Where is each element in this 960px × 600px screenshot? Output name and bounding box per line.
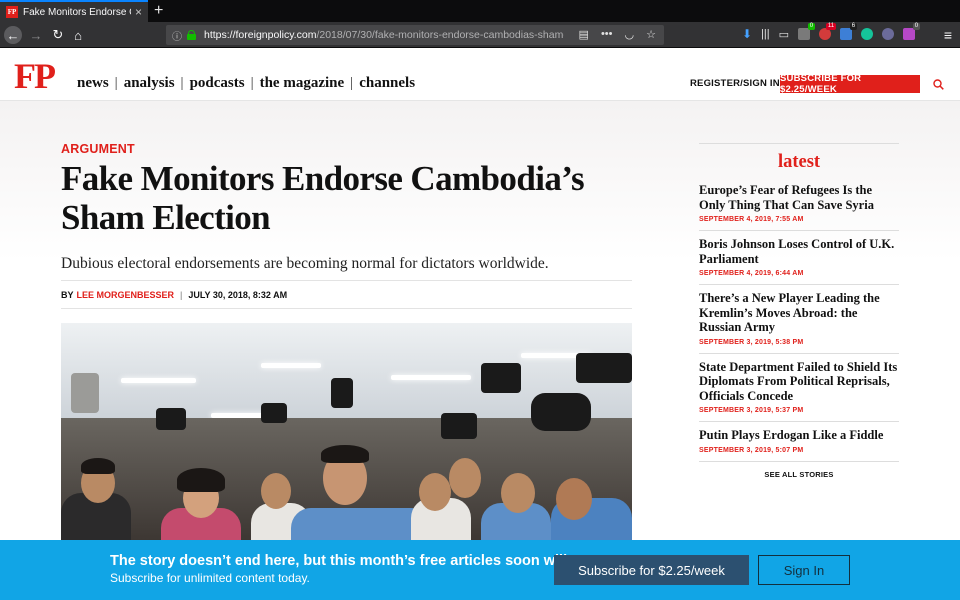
- nav-the-magazine[interactable]: the magazine: [260, 75, 345, 92]
- download-icon[interactable]: ⬇: [742, 27, 752, 41]
- story-title[interactable]: There’s a New Player Leading the Kremlin…: [699, 291, 899, 335]
- paywall-headline: The story doesn’t end here, but this mon…: [110, 553, 572, 569]
- sidebar-icon[interactable]: ▭: [779, 28, 789, 41]
- story-item[interactable]: Putin Plays Erdogan Like a Fiddle SEPTEM…: [699, 422, 899, 462]
- extension-icon[interactable]: 6: [840, 23, 858, 40]
- story-date: SEPTEMBER 4, 2019, 7:55 AM: [699, 216, 804, 223]
- nav-channels[interactable]: channels: [359, 75, 415, 92]
- publish-date: JULY 30, 2018, 8:32 AM: [188, 289, 288, 300]
- search-icon[interactable]: [933, 79, 944, 90]
- close-tab-icon[interactable]: ×: [135, 5, 142, 19]
- nav-separator: |: [250, 75, 254, 91]
- story-date: SEPTEMBER 3, 2019, 5:38 PM: [699, 338, 804, 346]
- fp-logo[interactable]: FP: [14, 55, 56, 97]
- extension-icon[interactable]: 11: [819, 23, 837, 40]
- browser-tab-bar: FP Fake Monitors Endorse Cambo… × +: [0, 0, 960, 22]
- story-date: SEPTEMBER 4, 2019, 6:44 AM: [699, 270, 804, 277]
- url-bar[interactable]: ⓘ https://foreignpolicy.com/2018/07/30/f…: [166, 25, 664, 45]
- home-icon[interactable]: ⌂: [68, 25, 88, 45]
- story-item[interactable]: Boris Johnson Loses Control of U.K. Parl…: [699, 231, 899, 285]
- paywall-banner: The story doesn’t end here, but this mon…: [0, 540, 960, 600]
- bookmark-star-icon[interactable]: ☆: [646, 28, 656, 41]
- latest-heading: latest: [699, 143, 899, 177]
- grammarly-icon[interactable]: [861, 28, 874, 40]
- browser-tab[interactable]: FP Fake Monitors Endorse Cambo… ×: [0, 0, 148, 22]
- paywall-sign-in-button[interactable]: Sign In: [758, 555, 850, 585]
- extension-icon[interactable]: [882, 28, 895, 40]
- tab-title: Fake Monitors Endorse Cambo…: [23, 6, 131, 18]
- forward-icon[interactable]: →: [26, 25, 46, 45]
- reader-icon[interactable]: ▤: [579, 28, 589, 41]
- latest-sidebar: latest Europe’s Fear of Refugees Is the …: [699, 143, 899, 479]
- paywall-subscribe-button[interactable]: Subscribe for $2.25/week: [554, 555, 749, 585]
- article-dek: Dubious electoral endorsements are becom…: [61, 255, 549, 272]
- pocket-icon[interactable]: ◡: [625, 28, 635, 41]
- subscribe-button[interactable]: SUBSCRIBE FOR $2.25/WEEK: [780, 73, 920, 95]
- story-title[interactable]: State Department Failed to Shield Its Di…: [699, 360, 899, 404]
- info-icon[interactable]: ⓘ: [172, 28, 182, 43]
- story-item[interactable]: Europe’s Fear of Refugees Is the Only Th…: [699, 177, 899, 231]
- site-header: FP news | analysis | podcasts | the maga…: [0, 49, 960, 101]
- story-title[interactable]: Boris Johnson Loses Control of U.K. Parl…: [699, 237, 899, 266]
- story-date: SEPTEMBER 3, 2019, 5:07 PM: [699, 446, 804, 454]
- url-text[interactable]: https://foreignpolicy.com/2018/07/30/fak…: [204, 29, 564, 41]
- nav-news[interactable]: news: [77, 75, 109, 92]
- story-item[interactable]: State Department Failed to Shield Its Di…: [699, 354, 899, 422]
- extension-icon[interactable]: 0: [903, 23, 921, 40]
- author-link[interactable]: LEE MORGENBESSER: [77, 290, 175, 300]
- article-kicker[interactable]: ARGUMENT: [61, 142, 135, 156]
- nav-separator: |: [114, 75, 118, 91]
- new-tab-icon[interactable]: +: [154, 1, 163, 21]
- register-sign-in-link[interactable]: REGISTER/SIGN IN: [690, 78, 780, 89]
- article-headline: Fake Monitors Endorse Cambodia’s Sham El…: [61, 159, 585, 237]
- extension-icon[interactable]: 0: [798, 23, 816, 40]
- nav-separator: |: [180, 75, 184, 91]
- fp-favicon-icon: FP: [6, 6, 18, 18]
- byline-by: BY: [61, 289, 74, 300]
- site-nav: news | analysis | podcasts | the magazin…: [77, 75, 415, 92]
- nav-analysis[interactable]: analysis: [124, 75, 175, 92]
- nav-separator: |: [350, 75, 354, 91]
- more-icon[interactable]: •••: [601, 28, 613, 41]
- byline: BY LEE MORGENBESSER | JULY 30, 2018, 8:3…: [61, 280, 632, 309]
- story-item[interactable]: There’s a New Player Leading the Kremlin…: [699, 285, 899, 354]
- browser-toolbar: ← → ↻ ⌂ ⓘ https://foreignpolicy.com/2018…: [0, 22, 960, 48]
- article-photo: [61, 323, 632, 540]
- nav-podcasts[interactable]: podcasts: [190, 75, 245, 92]
- paywall-subtext: Subscribe for unlimited content today.: [110, 571, 310, 585]
- story-title[interactable]: Europe’s Fear of Refugees Is the Only Th…: [699, 183, 899, 212]
- story-title[interactable]: Putin Plays Erdogan Like a Fiddle: [699, 428, 899, 443]
- byline-separator: |: [180, 289, 183, 300]
- library-icon[interactable]: |||: [761, 28, 770, 40]
- back-icon[interactable]: ←: [4, 26, 22, 44]
- see-all-stories-link[interactable]: SEE ALL STORIES: [699, 470, 899, 479]
- menu-icon[interactable]: ≡: [944, 27, 952, 43]
- lock-icon: [187, 30, 196, 40]
- story-date: SEPTEMBER 3, 2019, 5:37 PM: [699, 407, 804, 414]
- reload-icon[interactable]: ↻: [48, 25, 68, 45]
